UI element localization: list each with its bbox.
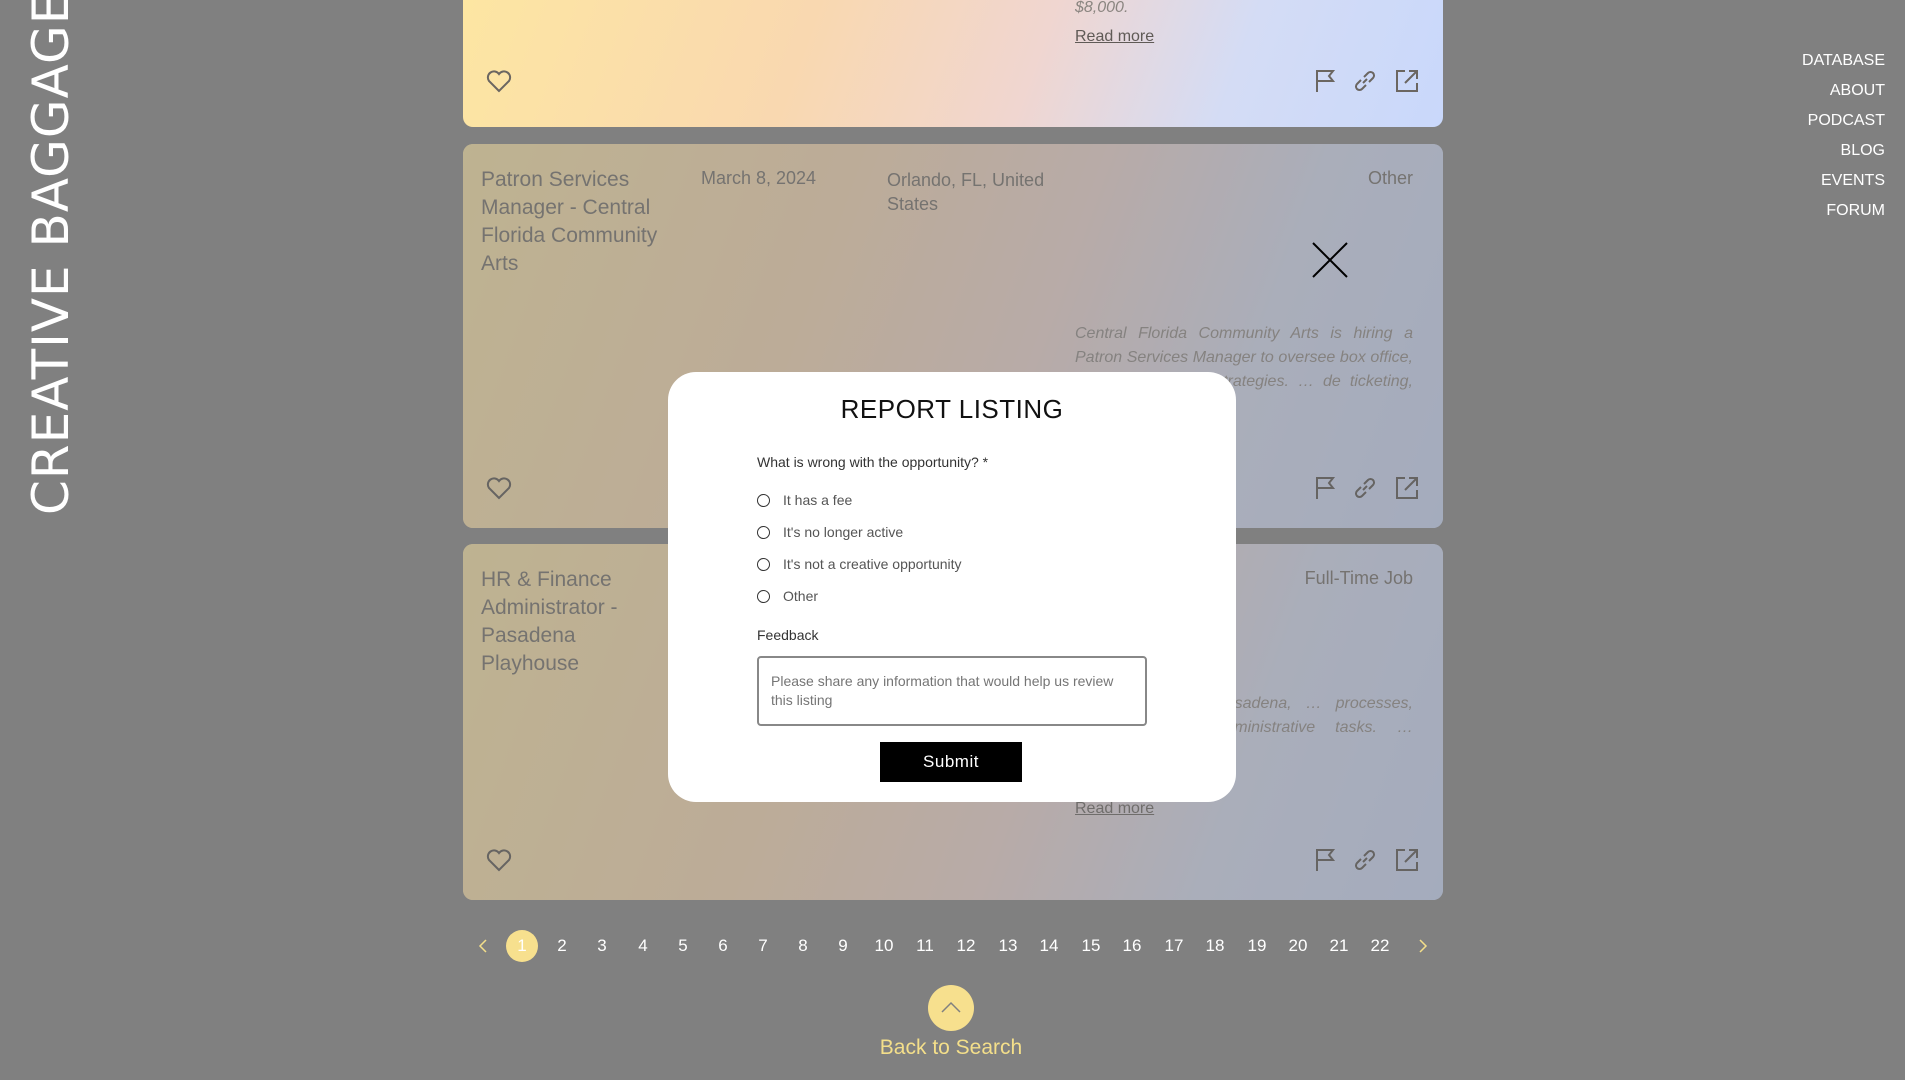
heart-icon[interactable]	[485, 474, 513, 502]
page-6[interactable]: 6	[707, 930, 739, 962]
listing-card: $8,000. Read more	[463, 0, 1443, 127]
page-4[interactable]: 4	[627, 930, 659, 962]
pagination: 1 2 3 4 5 6 7 8 9 10 11 12 13 14 15 16 1…	[463, 930, 1443, 962]
external-link-icon[interactable]	[1393, 474, 1421, 502]
page-11[interactable]: 11	[909, 930, 941, 962]
top-nav: DATABASE ABOUT PODCAST BLOG EVENTS FORUM	[1802, 46, 1885, 226]
listing-location: Orlando, FL, United States	[887, 170, 1045, 214]
feedback-textarea[interactable]	[757, 656, 1147, 726]
page-17[interactable]: 17	[1158, 930, 1190, 962]
prev-page-icon[interactable]	[473, 934, 493, 958]
next-page-icon[interactable]	[1413, 934, 1433, 958]
page-15[interactable]: 15	[1075, 930, 1107, 962]
link-icon[interactable]	[1351, 846, 1379, 874]
listing-type: Other	[1367, 168, 1413, 188]
heart-icon[interactable]	[485, 67, 513, 95]
page-2[interactable]: 2	[546, 930, 578, 962]
page-5[interactable]: 5	[667, 930, 699, 962]
page-14[interactable]: 14	[1033, 930, 1065, 962]
listing-date: March 8, 2024	[701, 168, 817, 188]
option-label: It has a fee	[783, 492, 853, 508]
page-9[interactable]: 9	[827, 930, 859, 962]
listing-type: Full-Time Job	[1304, 568, 1413, 588]
nav-events[interactable]: EVENTS	[1802, 166, 1885, 196]
page-1[interactable]: 1	[506, 930, 538, 962]
brand-logo[interactable]: CREATIVE BAGGAGE	[22, 0, 80, 515]
question-label: What is wrong with the opportunity? *	[757, 454, 989, 470]
page-12[interactable]: 12	[950, 930, 982, 962]
option-not-creative[interactable]: It's not a creative opportunity	[757, 554, 962, 574]
close-icon[interactable]	[1311, 241, 1349, 279]
listing-price-snippet: $8,000.	[1075, 0, 1129, 16]
link-icon[interactable]	[1351, 67, 1379, 95]
nav-podcast[interactable]: PODCAST	[1802, 106, 1885, 136]
page-20[interactable]: 20	[1282, 930, 1314, 962]
option-label: It's not a creative opportunity	[783, 556, 962, 572]
modal-title: REPORT LISTING	[840, 394, 1064, 424]
page-13[interactable]: 13	[992, 930, 1024, 962]
listing-title[interactable]: HR & Finance Administrator - Pasadena Pl…	[481, 566, 671, 678]
page-19[interactable]: 19	[1241, 930, 1273, 962]
flag-icon[interactable]	[1311, 846, 1339, 874]
read-more-link[interactable]: Read more	[1075, 28, 1154, 46]
option-has-fee[interactable]: It has a fee	[757, 490, 852, 510]
external-link-icon[interactable]	[1393, 67, 1421, 95]
nav-blog[interactable]: BLOG	[1802, 136, 1885, 166]
back-to-top-button[interactable]	[928, 985, 974, 1031]
page-18[interactable]: 18	[1199, 930, 1231, 962]
submit-button[interactable]: Submit	[880, 742, 1022, 782]
read-more-link[interactable]: Read more	[1075, 800, 1154, 818]
option-other[interactable]: Other	[757, 586, 818, 606]
radio-button[interactable]	[757, 589, 770, 603]
radio-button[interactable]	[757, 493, 770, 507]
back-to-search-link[interactable]: Back to Search	[851, 1036, 1051, 1060]
chevron-up-icon	[941, 1001, 961, 1013]
page-7[interactable]: 7	[747, 930, 779, 962]
option-label: It's no longer active	[783, 524, 904, 540]
page-16[interactable]: 16	[1116, 930, 1148, 962]
page-3[interactable]: 3	[586, 930, 618, 962]
nav-about[interactable]: ABOUT	[1802, 76, 1885, 106]
flag-icon[interactable]	[1311, 67, 1339, 95]
page-10[interactable]: 10	[868, 930, 900, 962]
page-8[interactable]: 8	[787, 930, 819, 962]
flag-icon[interactable]	[1311, 474, 1339, 502]
feedback-label: Feedback	[757, 627, 819, 643]
nav-database[interactable]: DATABASE	[1802, 46, 1885, 76]
report-listing-modal: REPORT LISTING What is wrong with the op…	[668, 372, 1236, 802]
heart-icon[interactable]	[485, 846, 513, 874]
external-link-icon[interactable]	[1393, 846, 1421, 874]
radio-button[interactable]	[757, 557, 770, 571]
link-icon[interactable]	[1351, 474, 1379, 502]
option-label: Other	[783, 588, 819, 604]
page-22[interactable]: 22	[1364, 930, 1396, 962]
option-no-longer-active[interactable]: It's no longer active	[757, 522, 903, 542]
page-21[interactable]: 21	[1323, 930, 1355, 962]
radio-button[interactable]	[757, 525, 770, 539]
listing-title[interactable]: Patron Services Manager - Central Florid…	[481, 166, 671, 278]
nav-forum[interactable]: FORUM	[1802, 196, 1885, 226]
